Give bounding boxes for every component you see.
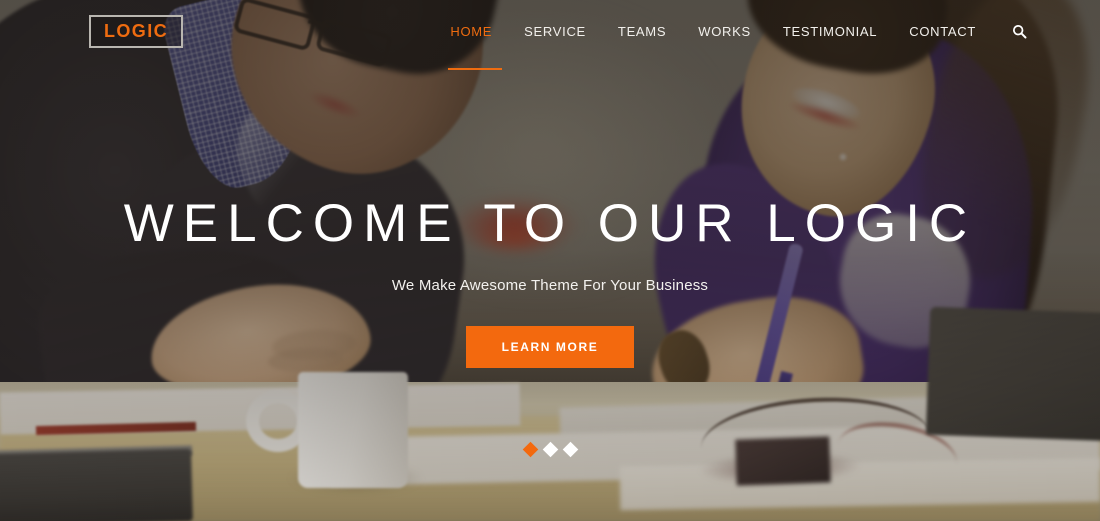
hero-section: LOGIC HOME SERVICE TEAMS WORKS TESTIMONI… [0,0,1100,521]
slider-dot-2[interactable] [542,441,558,458]
site-logo[interactable]: LOGIC [89,14,183,48]
nav-item-testimonial[interactable]: TESTIMONIAL [767,18,893,45]
search-icon[interactable] [1008,20,1030,42]
main-navigation: HOME SERVICE TEAMS WORKS TESTIMONIAL CON… [434,18,1030,70]
nav-item-service[interactable]: SERVICE [508,18,602,45]
nav-item-home-label: HOME [450,23,493,39]
slider-dot-1[interactable] [522,441,538,458]
nav-item-contact[interactable]: CONTACT [893,18,992,45]
site-header: LOGIC HOME SERVICE TEAMS WORKS TESTIMONI… [0,0,1100,70]
nav-item-home[interactable]: HOME [434,18,508,70]
logo-text: LOGIC [104,20,168,41]
learn-more-button[interactable]: LEARN MORE [465,326,635,368]
nav-item-works[interactable]: WORKS [682,18,767,45]
slider-pagination [0,441,1100,458]
nav-item-teams[interactable]: TEAMS [602,18,682,45]
nav-active-underline [448,67,503,70]
slider-dot-3[interactable] [562,441,578,458]
